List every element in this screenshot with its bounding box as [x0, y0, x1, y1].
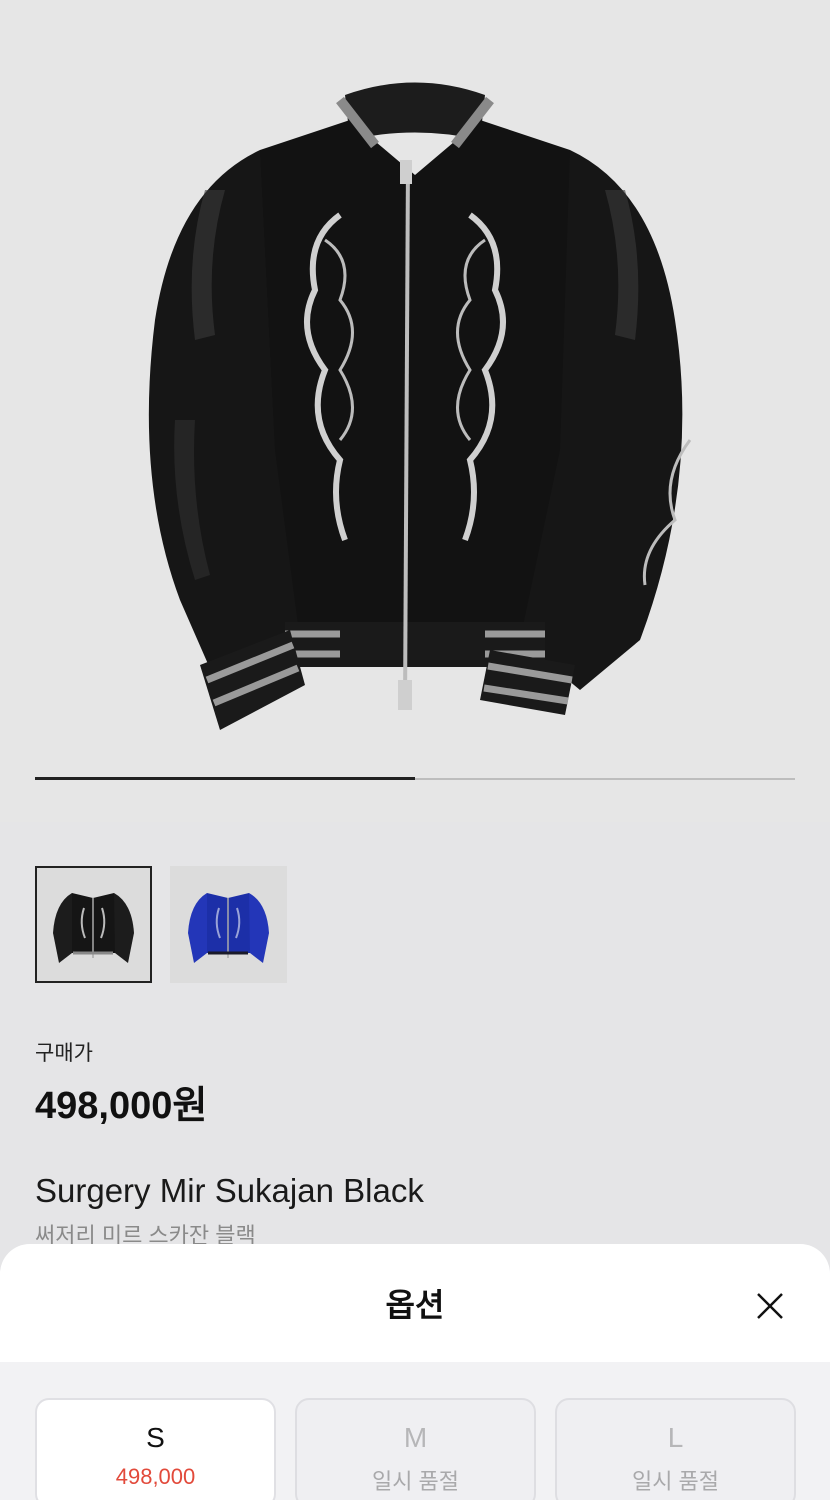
jacket-image: [148, 82, 692, 730]
close-icon: [757, 1293, 783, 1319]
size-status: 일시 품절: [631, 1469, 720, 1494]
carousel-progress-track: [35, 777, 795, 780]
size-option-s[interactable]: S 498,000: [35, 1398, 276, 1500]
sheet-title: 옵션: [385, 1287, 445, 1323]
price: 498,000원: [35, 1085, 208, 1127]
sheet-header: 옵션: [0, 1244, 830, 1362]
thumbnail-blue[interactable]: [170, 866, 287, 983]
product-image-carousel[interactable]: [0, 0, 830, 822]
size-label: M: [403, 1422, 428, 1453]
product-name: Surgery Mir Sukajan Black: [35, 1172, 424, 1209]
jacket-thumbnail-blue: [188, 893, 269, 963]
size-option-l[interactable]: L 일시 품절: [555, 1398, 796, 1500]
size-label: L: [667, 1422, 684, 1453]
price-label: 구매가: [35, 1042, 93, 1065]
size-option-m[interactable]: M 일시 품절: [295, 1398, 536, 1500]
close-button[interactable]: [748, 1284, 792, 1328]
jacket-thumbnail-black: [53, 893, 134, 963]
thumbnail-black[interactable]: [35, 866, 152, 983]
thumbnail-list: [35, 866, 287, 983]
option-bottom-sheet: 옵션 S 498,000 M 일시 품절 L 일시 품절: [0, 1244, 830, 1500]
size-price: 498,000: [115, 1464, 196, 1489]
size-options: S 498,000 M 일시 품절 L 일시 품절: [35, 1398, 796, 1500]
size-status: 일시 품절: [371, 1469, 460, 1494]
size-label: S: [146, 1422, 165, 1453]
carousel-progress-bar: [35, 777, 415, 780]
